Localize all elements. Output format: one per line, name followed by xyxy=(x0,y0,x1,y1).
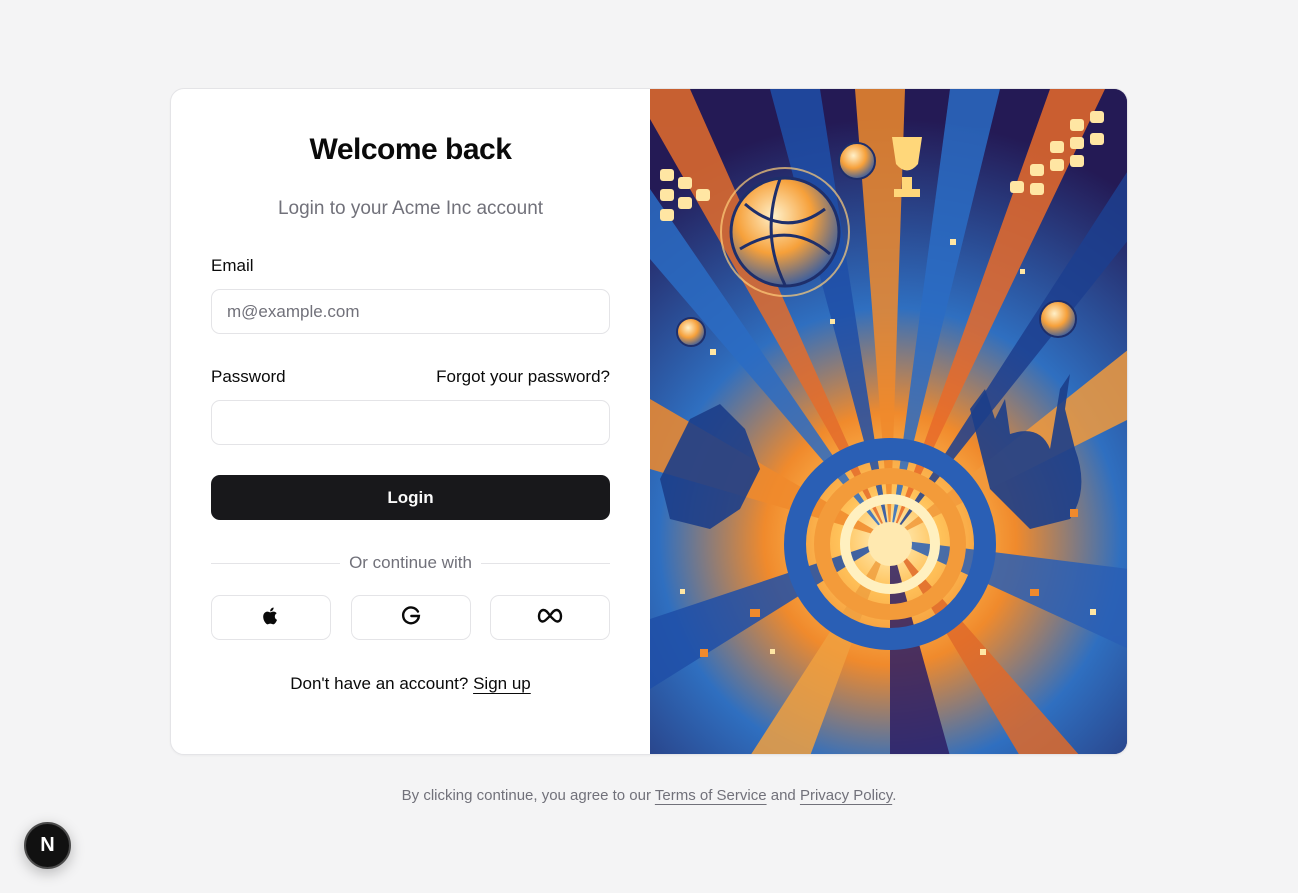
login-button[interactable]: Login xyxy=(211,475,610,520)
password-input[interactable] xyxy=(211,400,610,445)
signup-prompt: Don't have an account? xyxy=(290,674,469,693)
volleyball-illustration xyxy=(650,89,1127,754)
email-label: Email xyxy=(211,256,254,275)
social-login-row xyxy=(211,595,610,640)
login-form: Welcome back Login to your Acme Inc acco… xyxy=(171,89,650,754)
google-login-button[interactable] xyxy=(350,595,471,640)
page-subtitle: Login to your Acme Inc account xyxy=(277,198,544,219)
signup-prompt-line: Don't have an account? Sign up xyxy=(211,673,610,695)
privacy-policy-link[interactable]: Privacy Policy xyxy=(800,787,892,804)
nextjs-dev-badge[interactable]: N xyxy=(24,822,71,869)
legal-notice: By clicking continue, you agree to our T… xyxy=(0,786,1298,806)
hero-image xyxy=(650,89,1127,754)
legal-suffix: . xyxy=(892,787,897,804)
login-card: Welcome back Login to your Acme Inc acco… xyxy=(170,88,1128,755)
forgot-password-link[interactable]: Forgot your password? xyxy=(436,366,610,388)
google-icon xyxy=(400,605,422,630)
apple-login-button[interactable] xyxy=(211,595,331,640)
meta-login-button[interactable] xyxy=(490,595,610,640)
nextjs-logo-icon: N xyxy=(40,834,55,856)
divider-text: Or continue with xyxy=(340,553,481,572)
terms-of-service-link[interactable]: Terms of Service xyxy=(655,787,767,804)
meta-icon xyxy=(537,608,563,627)
legal-conjunction: and xyxy=(770,787,796,804)
password-label: Password xyxy=(211,367,286,386)
apple-icon xyxy=(261,606,281,629)
page-title: Welcome back xyxy=(309,133,512,166)
signup-link[interactable]: Sign up xyxy=(473,674,531,693)
or-divider: Or continue with xyxy=(211,552,610,574)
email-input[interactable] xyxy=(211,289,610,334)
legal-prefix: By clicking continue, you agree to our xyxy=(401,787,651,804)
